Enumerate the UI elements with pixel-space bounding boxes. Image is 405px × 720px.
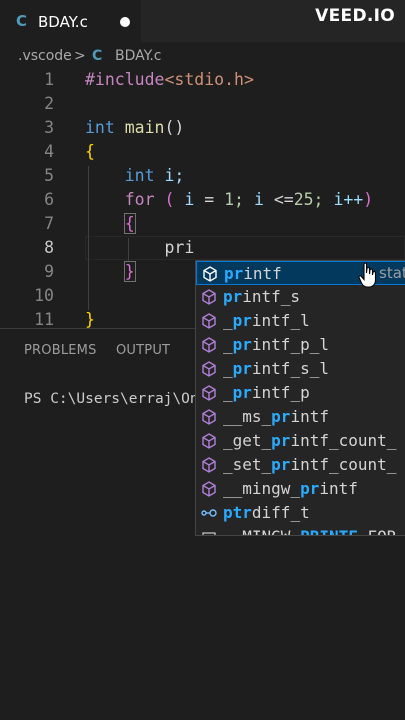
line-number: 4 — [44, 142, 54, 161]
suggestion-detail: stati — [379, 264, 405, 282]
line-number: 5 — [44, 166, 54, 185]
code-line-5: int i; — [124, 166, 185, 185]
cube-icon — [202, 313, 216, 329]
cube-icon — [202, 457, 216, 473]
code-line-6: for ( i = 1; i <=25; i++) — [124, 190, 374, 209]
cube-icon — [203, 266, 217, 282]
line-number: 7 — [44, 214, 54, 233]
terminal-prompt[interactable]: PS C:\Users\erraj\On — [24, 391, 199, 407]
code-line-11: } — [85, 310, 95, 329]
suggestion-item[interactable]: printf_s — [196, 285, 405, 309]
suggestion-item[interactable]: _printf_s_l — [196, 357, 405, 381]
breadcrumb-file[interactable]: BDAY.c — [115, 48, 162, 64]
code-line-3: int main() — [85, 118, 185, 137]
breadcrumb-folder[interactable]: .vscode — [18, 48, 72, 64]
line-number: 9 — [44, 262, 54, 281]
code-line-8: pri — [164, 238, 195, 257]
suggestion-item[interactable]: ptrdiff_t — [196, 501, 405, 525]
typedef-icon — [201, 509, 217, 517]
cube-icon — [202, 409, 216, 425]
line-number: 10 — [34, 286, 54, 305]
autocomplete-suggestions[interactable]: printf stati printf_s _printf_l _printf_… — [195, 260, 405, 536]
tab-output[interactable]: OUTPUT — [116, 343, 170, 358]
cube-icon — [202, 361, 216, 377]
cube-icon — [202, 385, 216, 401]
suggestion-item[interactable]: _printf_l — [196, 309, 405, 333]
line-number: 3 — [44, 118, 54, 137]
cube-icon — [202, 433, 216, 449]
suggestion-item[interactable]: __ms_printf — [196, 405, 405, 429]
breadcrumb: .vscode > C BDAY.c — [0, 42, 405, 70]
constant-icon — [202, 532, 216, 535]
tab-bday-c[interactable]: C BDAY.c — [0, 0, 141, 42]
c-file-icon: C — [92, 48, 103, 64]
tab-bar: C BDAY.c VEED.IO — [0, 0, 405, 42]
suggestion-item[interactable]: _set_printf_count_ — [196, 453, 405, 477]
unsaved-dot-icon[interactable] — [120, 17, 130, 27]
suggestion-item[interactable]: _printf_p_l — [196, 333, 405, 357]
line-number: 2 — [44, 94, 54, 113]
line-number: 6 — [44, 190, 54, 209]
watermark-logo: VEED.IO — [315, 6, 395, 26]
chevron-right-icon: > — [74, 48, 86, 64]
cube-icon — [202, 481, 216, 497]
cube-icon — [202, 289, 216, 305]
tab-problems[interactable]: PROBLEMS — [24, 343, 97, 358]
code-line-7: { — [123, 213, 136, 234]
line-number: 11 — [34, 310, 54, 329]
code-line-4: { — [85, 142, 95, 161]
line-number: 1 — [44, 70, 54, 89]
tab-title: BDAY.c — [38, 13, 88, 31]
code-line-9: } — [123, 261, 136, 282]
suggestion-item[interactable]: _printf_p — [196, 381, 405, 405]
suggestion-item[interactable]: __MINGW_PRINTF_FOR — [196, 525, 405, 535]
cube-icon — [202, 337, 216, 353]
hand-pointer-icon — [358, 262, 377, 288]
code-line-1: #include<stdio.h> — [85, 70, 254, 89]
c-file-icon: C — [16, 12, 28, 30]
line-number-active: 8 — [44, 238, 54, 257]
suggestion-item[interactable]: _get_printf_count_ — [196, 429, 405, 453]
suggestion-item[interactable]: __mingw_printf — [196, 477, 405, 501]
